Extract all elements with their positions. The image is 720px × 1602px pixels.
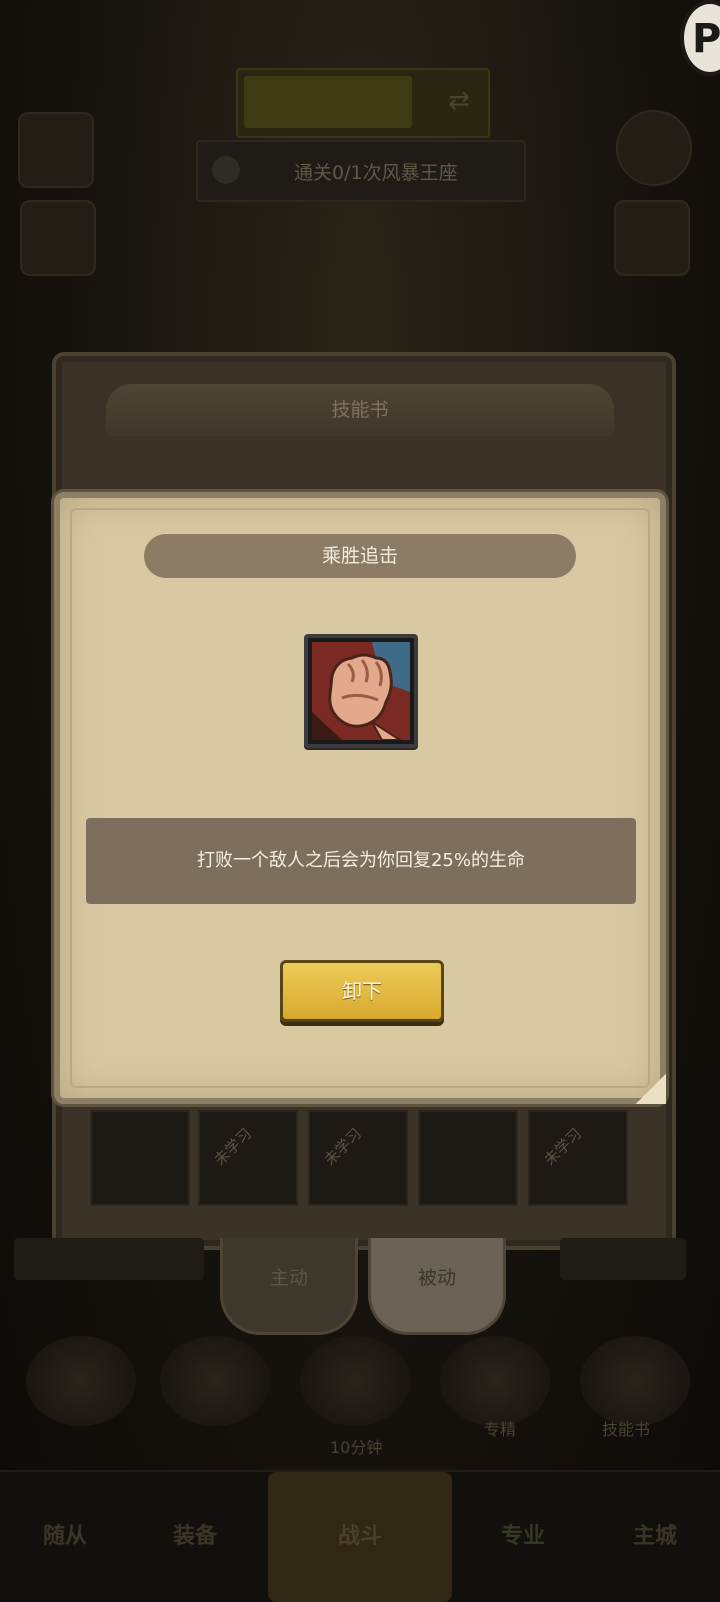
feature-icon[interactable] — [300, 1336, 410, 1426]
page-curl — [636, 1074, 666, 1104]
skill-slot[interactable] — [90, 1110, 190, 1206]
skill-slot[interactable]: 未学习 — [198, 1110, 298, 1206]
shield-emblem-icon — [20, 200, 96, 276]
skill-slot-tag: 未学习 — [320, 1124, 366, 1170]
nav-main-city[interactable]: 主城 — [590, 1472, 720, 1602]
skill-slot[interactable]: 未学习 — [528, 1110, 628, 1206]
bottom-nav: 随从 装备 战斗 专业 主城 — [0, 1470, 720, 1602]
top-banner: ⇄ — [236, 68, 490, 138]
top-banner-inner — [244, 76, 412, 128]
quest-bar: 通关0/1次风暴王座 — [196, 140, 526, 202]
nav-equipment[interactable]: 装备 — [130, 1472, 260, 1602]
nav-followers[interactable]: 随从 — [0, 1472, 130, 1602]
skill-slot[interactable] — [418, 1110, 518, 1206]
quest-dot-icon — [212, 156, 240, 184]
skill-slot-tag: 未学习 — [540, 1124, 586, 1170]
bottom-feature-icons: 10分钟 专精 技能书 — [0, 1320, 720, 1457]
skill-detail-modal: 乘胜追击 打败一个敌人之后会为你回复25%的生命 卸下 — [54, 492, 666, 1104]
skill-slot[interactable]: 未学习 — [308, 1110, 408, 1206]
quest-text: 通关0/1次风暴王座 — [294, 162, 458, 184]
red-book-icon — [614, 200, 690, 276]
nav-battle[interactable]: 战斗 — [268, 1472, 452, 1602]
feature-icon[interactable] — [26, 1336, 136, 1426]
skill-description: 打败一个敌人之后会为你回复25%的生命 — [86, 818, 636, 904]
unequip-button[interactable]: 卸下 — [280, 960, 444, 1022]
skill-book-label: 技能书 — [602, 1420, 651, 1439]
specialty-icon[interactable] — [440, 1336, 550, 1426]
nav-profession[interactable]: 专业 — [458, 1472, 588, 1602]
specialty-label: 专精 — [484, 1420, 517, 1439]
skill-slot-row: 未学习 未学习 未学习 — [90, 1110, 630, 1206]
feature-icon[interactable] — [160, 1336, 270, 1426]
skill-book-icon[interactable] — [580, 1336, 690, 1426]
skill-icon-frame — [304, 634, 418, 748]
side-strip-left — [14, 1238, 204, 1280]
skill-slot-tag: 未学习 — [210, 1124, 256, 1170]
timer-label: 10分钟 — [330, 1438, 383, 1457]
side-strip-right — [560, 1238, 686, 1280]
gear-icon — [616, 110, 692, 186]
book-icon — [18, 112, 94, 188]
skill-title: 乘胜追击 — [144, 534, 576, 578]
swap-arrows-icon: ⇄ — [448, 86, 470, 116]
skill-book-panel-title: 技能书 — [106, 384, 614, 436]
fist-icon — [312, 642, 410, 740]
